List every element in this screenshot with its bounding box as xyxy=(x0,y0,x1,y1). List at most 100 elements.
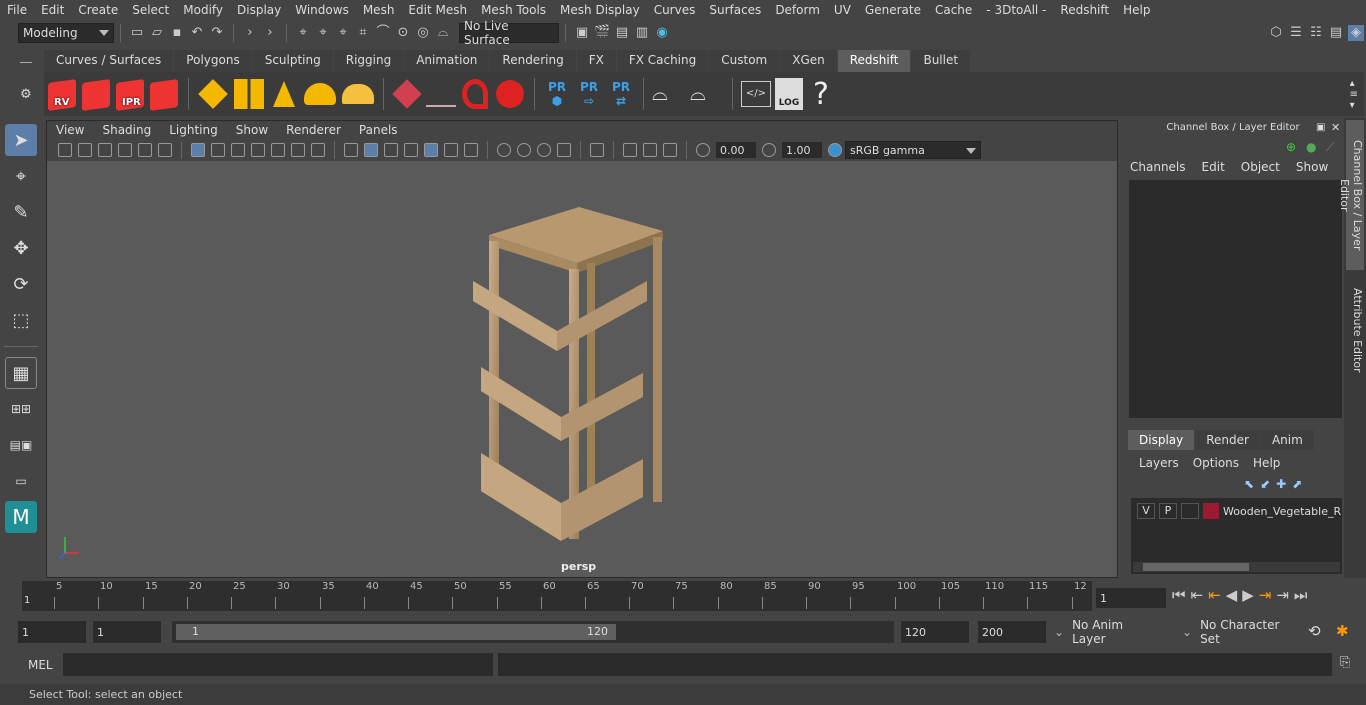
auto-key-icon[interactable]: ⟲ xyxy=(1308,622,1321,640)
animation-prefs-icon[interactable]: ✱ xyxy=(1336,622,1349,640)
layer-tab-display[interactable]: Display xyxy=(1128,430,1195,450)
viewport-menu-lighting[interactable]: Lighting xyxy=(160,123,227,137)
xray-components-icon[interactable] xyxy=(663,143,677,157)
layer-playback-toggle[interactable]: P xyxy=(1159,503,1177,519)
lasso-tool-icon[interactable]: ⌖ xyxy=(5,160,37,192)
range-slider[interactable]: 1 120 xyxy=(172,621,894,643)
select-tool-icon[interactable]: ➤ xyxy=(5,124,37,156)
shadows-icon[interactable] xyxy=(464,143,478,157)
character-set-dropdown[interactable]: ⌄ No Character Set xyxy=(1178,618,1300,646)
new-scene-icon[interactable]: ▭ xyxy=(129,25,145,41)
attribute-editor-icon[interactable]: ☰ xyxy=(1288,25,1304,41)
menu-mesh[interactable]: Mesh xyxy=(356,3,402,17)
menu-deform[interactable]: Deform xyxy=(768,3,827,17)
layer-scrollbar[interactable] xyxy=(1133,562,1340,572)
select-component-icon[interactable]: ⌖ xyxy=(335,25,351,41)
rotate-tool-icon[interactable]: ⟳ xyxy=(5,268,37,300)
transform-icon[interactable]: ⊕ xyxy=(1286,140,1296,154)
exposure-icon[interactable] xyxy=(696,143,710,157)
proxy-import-icon[interactable]: PR ⇨ xyxy=(574,80,604,108)
command-language-label[interactable]: MEL xyxy=(28,658,53,672)
outliner-layout-icon[interactable]: ▤▣ xyxy=(5,429,37,461)
film-gate-icon[interactable] xyxy=(211,143,225,157)
channel-box-area[interactable] xyxy=(1129,180,1342,418)
menu-edit[interactable]: Edit xyxy=(34,3,71,17)
new-layer-icon[interactable]: ✚ xyxy=(1276,477,1286,491)
shelf-scroll-icon[interactable]: ▴ ≡ ▾ xyxy=(1350,78,1358,111)
hypershade-icon[interactable]: ◉ xyxy=(654,25,670,41)
grid-icon[interactable] xyxy=(191,143,205,157)
layer-tab-render[interactable]: Render xyxy=(1195,430,1260,450)
shelf-tab-custom[interactable]: Custom xyxy=(709,50,780,72)
menu-file[interactable]: File xyxy=(0,3,34,17)
mode-dropdown[interactable]: Modeling xyxy=(18,23,114,43)
image-plane-icon[interactable] xyxy=(118,143,132,157)
xray-icon[interactable] xyxy=(623,143,637,157)
sun-light-icon[interactable] xyxy=(342,84,374,104)
expand-arrow-icon[interactable]: › xyxy=(242,25,258,41)
cake-options-icon[interactable]: ⌓ xyxy=(690,81,724,107)
four-view-icon[interactable]: ⊞⊞ xyxy=(5,393,37,425)
shelf-tab-rendering[interactable]: Rendering xyxy=(490,50,576,72)
menu-help[interactable]: Help xyxy=(1116,3,1157,17)
colorspace-dropdown[interactable]: sRGB gamma xyxy=(845,141,981,159)
redo-icon[interactable]: ↷ xyxy=(209,25,225,41)
channel-box-icon[interactable]: ▤ xyxy=(1328,25,1344,41)
live-surface-field[interactable]: No Live Surface xyxy=(459,19,559,47)
go-to-end-icon[interactable]: ⏭ xyxy=(1294,586,1308,604)
playback-start-field[interactable]: 1 xyxy=(93,621,161,643)
menu-cache[interactable]: Cache xyxy=(928,3,979,17)
layer-menu-layers[interactable]: Layers xyxy=(1132,456,1186,470)
depth-of-field-icon[interactable] xyxy=(557,143,571,157)
viewport-menu-renderer[interactable]: Renderer xyxy=(277,123,350,137)
rect-light-icon[interactable] xyxy=(198,79,228,109)
gate-mask-icon[interactable] xyxy=(251,143,265,157)
ambient-occlusion-icon[interactable] xyxy=(497,143,511,157)
wireframe-icon[interactable] xyxy=(344,143,358,157)
viewport-panel[interactable]: View Shading Lighting Show Renderer Panels xyxy=(46,120,1118,578)
menu-surfaces[interactable]: Surfaces xyxy=(702,3,768,17)
wireframe-on-shaded-icon[interactable] xyxy=(384,143,398,157)
expand-arrow-icon[interactable]: › xyxy=(262,25,278,41)
anim-layer-dropdown[interactable]: ⌄ No Anim Layer xyxy=(1050,618,1164,646)
camera-attr-icon[interactable] xyxy=(78,143,92,157)
viewport-menu-show[interactable]: Show xyxy=(227,123,277,137)
log-icon[interactable]: LOG xyxy=(775,78,803,110)
channel-box-menu-edit[interactable]: Edit xyxy=(1194,160,1233,174)
menu-mesh-display[interactable]: Mesh Display xyxy=(553,3,647,17)
step-back-frame-icon[interactable]: ⇤ xyxy=(1208,586,1221,604)
color-management-icon[interactable] xyxy=(828,143,842,157)
script-editor-icon[interactable]: </> xyxy=(741,81,771,107)
exposure-field[interactable]: 0.00 xyxy=(716,142,756,158)
ipr-render-icon[interactable]: ▤ xyxy=(614,25,630,41)
shelf-tab-fx-caching[interactable]: FX Caching xyxy=(616,50,709,72)
new-layer-selected-icon[interactable]: ⬈ xyxy=(1292,477,1302,491)
layer-type-toggle[interactable] xyxy=(1181,503,1199,519)
current-frame-field[interactable]: 1 xyxy=(1096,588,1166,608)
dome-light-icon[interactable] xyxy=(304,83,336,105)
layer-row[interactable]: V P Wooden_Vegetable_R xyxy=(1131,501,1342,521)
use-all-lights-icon[interactable] xyxy=(444,143,458,157)
step-forward-key-icon[interactable]: ⇥ xyxy=(1276,586,1289,604)
layer-color-swatch[interactable] xyxy=(1203,503,1219,519)
go-to-start-icon[interactable]: ⏮ xyxy=(1172,586,1186,604)
script-editor-icon[interactable]: ⎘ xyxy=(1340,655,1350,670)
shelf-tab-rigging[interactable]: Rigging xyxy=(333,50,404,72)
tool-settings-icon[interactable]: ☷ xyxy=(1308,25,1324,41)
shelf-tab-xgen[interactable]: XGen xyxy=(780,50,837,72)
curve-icon[interactable] xyxy=(462,79,488,109)
shelf-tab-fx[interactable]: FX xyxy=(576,50,616,72)
menu-generate[interactable]: Generate xyxy=(858,3,928,17)
menu-3dtoall[interactable]: - 3DtoAll - xyxy=(979,3,1053,17)
paint-select-tool-icon[interactable]: ✎ xyxy=(5,196,37,228)
layer-menu-help[interactable]: Help xyxy=(1246,456,1287,470)
snap-curve-icon[interactable]: ⌒ xyxy=(375,25,391,41)
isolate-select-icon[interactable] xyxy=(590,143,604,157)
layer-tab-anim[interactable]: Anim xyxy=(1260,430,1314,450)
render-view-rv-icon[interactable]: RV xyxy=(46,77,76,111)
start-time-field[interactable]: 1 xyxy=(18,621,86,643)
pin-icon[interactable]: ⟋ xyxy=(1326,140,1334,155)
shelf-tab-bullet[interactable]: Bullet xyxy=(911,50,971,72)
menu-uv[interactable]: UV xyxy=(827,3,858,17)
layer-visibility-toggle[interactable]: V xyxy=(1137,503,1155,519)
